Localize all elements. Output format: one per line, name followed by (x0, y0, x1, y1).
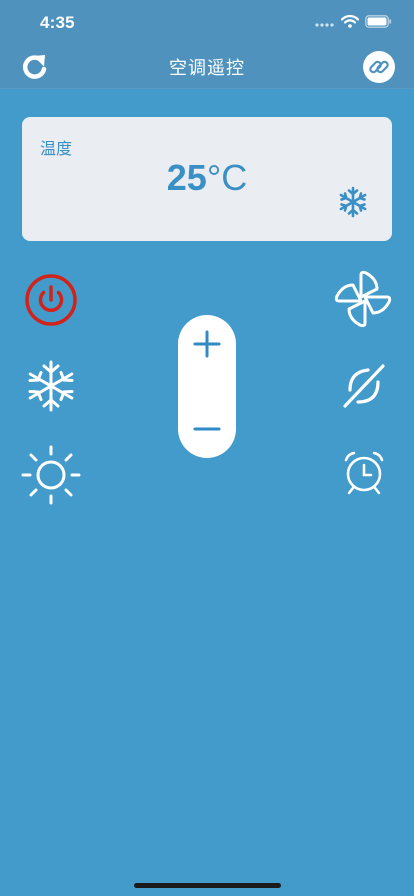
temperature-up-button[interactable] (178, 315, 236, 373)
status-time: 4:35 (40, 13, 75, 32)
battery-icon (365, 15, 392, 28)
snowflake-icon (28, 360, 74, 412)
swing-off-icon (343, 364, 385, 408)
minus-icon (193, 427, 221, 431)
temperature-stepper (178, 315, 236, 458)
temperature-card: 温度 25°C (22, 117, 392, 241)
page-title: 空调遥控 (169, 58, 245, 79)
temperature-number: 25 (166, 157, 207, 198)
swing-toggle-button[interactable] (338, 360, 390, 412)
home-indicator (134, 883, 281, 888)
snowflake-icon (339, 186, 367, 218)
sun-icon (21, 445, 81, 505)
plus-icon (193, 330, 221, 358)
temperature-unit: °C (206, 157, 248, 198)
status-icons (315, 15, 392, 28)
link-button[interactable] (363, 51, 395, 83)
fan-icon (334, 270, 392, 328)
timer-button[interactable] (342, 450, 386, 496)
power-icon (25, 274, 77, 326)
cool-mode-button[interactable] (25, 360, 77, 412)
signal-icon (315, 22, 334, 27)
header-bar: 4:35 空调遥控 (0, 0, 414, 89)
heat-mode-button[interactable] (21, 445, 81, 505)
alarm-clock-icon (344, 451, 384, 495)
fan-speed-button[interactable] (333, 269, 393, 329)
temperature-label: 温度 (40, 139, 73, 158)
wifi-icon (341, 15, 359, 28)
power-button[interactable] (24, 273, 78, 327)
temperature-down-button[interactable] (178, 400, 236, 458)
link-icon (363, 51, 395, 83)
